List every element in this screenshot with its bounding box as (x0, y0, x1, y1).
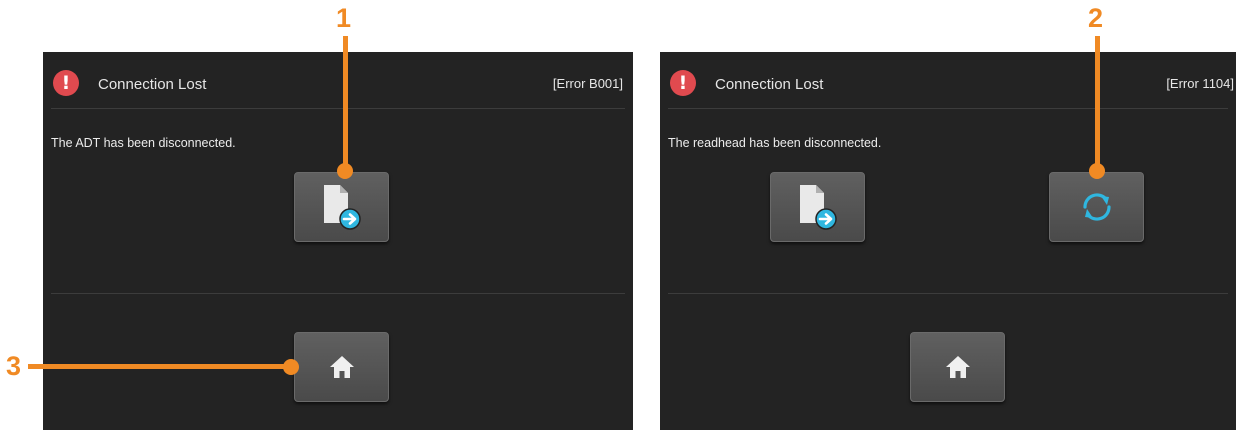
section-divider (668, 293, 1228, 294)
error-code: [Error B001] (552, 76, 623, 91)
callout-dot-3 (283, 359, 299, 375)
callout-number-2: 2 (1088, 3, 1104, 33)
refresh-button[interactable] (1049, 172, 1144, 242)
export-report-button[interactable] (770, 172, 865, 242)
home-button[interactable] (910, 332, 1005, 402)
error-alert-icon: ! (670, 70, 696, 96)
header-divider (51, 108, 625, 109)
refresh-icon (1082, 193, 1111, 221)
callout-line-3 (28, 364, 290, 369)
error-code: [Error 1104] (1166, 76, 1234, 91)
home-icon (329, 356, 354, 378)
error-message: The readhead has been disconnected. (668, 136, 882, 150)
export-report-button[interactable] (294, 172, 389, 242)
home-icon (945, 356, 970, 378)
dialog-title: Connection Lost (715, 76, 824, 93)
connection-lost-dialog-readhead: ! Connection Lost [Error 1104] The readh… (660, 52, 1236, 430)
dialog-title: Connection Lost (98, 76, 207, 93)
callout-number-3: 3 (6, 351, 22, 381)
callout-line-1 (343, 36, 348, 169)
error-message: The ADT has been disconnected. (51, 136, 236, 150)
export-report-icon (799, 185, 837, 230)
section-divider (51, 293, 625, 294)
callout-line-2 (1095, 36, 1100, 169)
callout-dot-1 (337, 163, 353, 179)
header-divider (668, 108, 1228, 109)
home-button[interactable] (294, 332, 389, 402)
callout-number-1: 1 (336, 3, 352, 33)
export-report-icon (323, 185, 361, 230)
connection-lost-dialog-adt: ! Connection Lost [Error B001] The ADT h… (43, 52, 633, 430)
error-alert-icon: ! (53, 70, 79, 96)
callout-dot-2 (1089, 163, 1105, 179)
